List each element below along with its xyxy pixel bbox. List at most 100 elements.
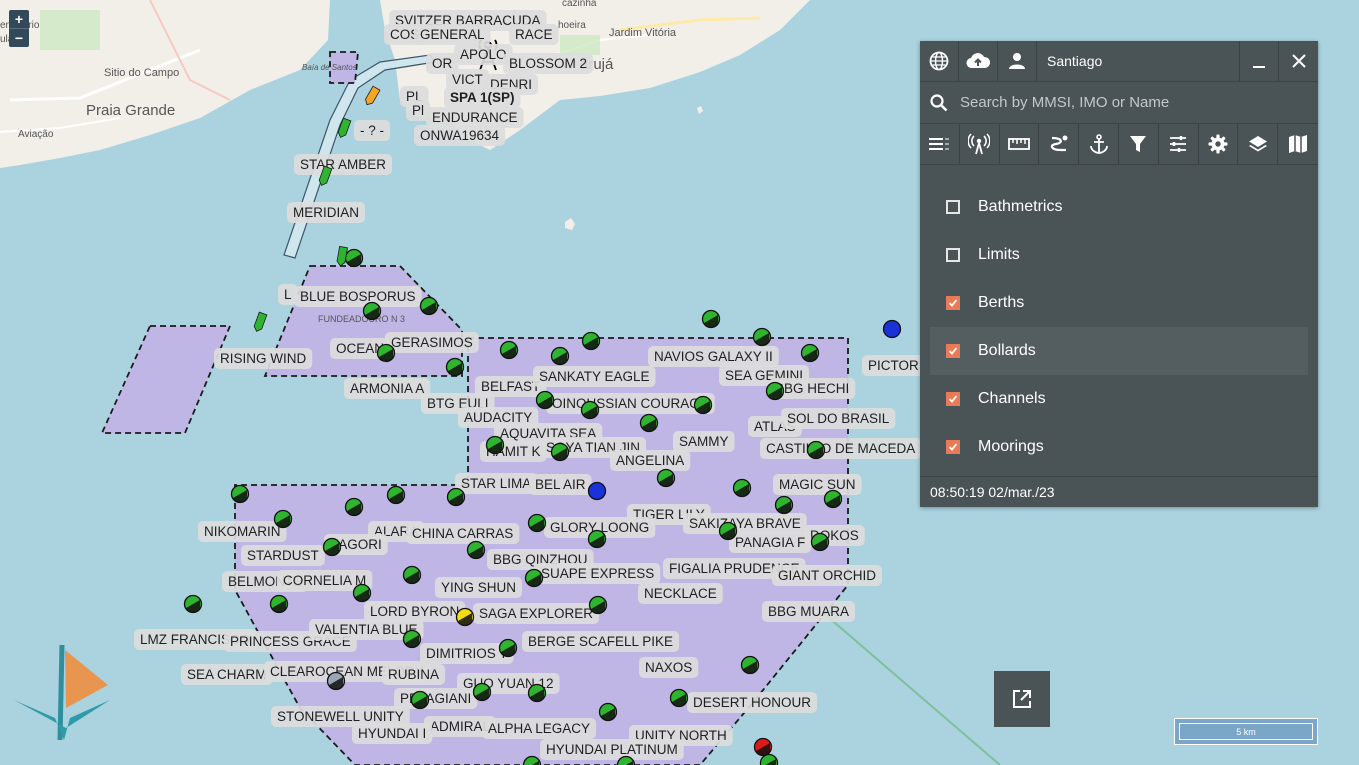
layer-checkbox[interactable] (946, 344, 960, 358)
vessel-label[interactable]: BLUE BOSPORUS (294, 286, 422, 307)
route-button[interactable] (1039, 124, 1080, 164)
vessel-marker[interactable] (524, 568, 544, 588)
vessel-label[interactable]: MERIDIAN (287, 202, 366, 223)
vessel-label[interactable]: ONWA19634 (414, 125, 506, 146)
vessel-marker[interactable] (535, 390, 555, 410)
vessel-label[interactable]: GERASIMOS (385, 332, 479, 353)
vessel-label[interactable]: SPA 1(SP) (444, 87, 521, 108)
vessel-marker[interactable] (740, 655, 760, 675)
vessel-marker[interactable] (753, 737, 773, 757)
vessel-label[interactable]: NAXOS (639, 657, 699, 678)
vessel-label[interactable]: PELAGIANI (394, 688, 478, 709)
close-button[interactable] (1279, 41, 1318, 81)
vessel-marker[interactable] (445, 357, 465, 377)
vessel-marker[interactable] (402, 565, 422, 585)
layer-checkbox[interactable] (946, 296, 960, 310)
vessel-marker[interactable] (485, 435, 505, 455)
tune-button[interactable] (1159, 124, 1199, 164)
vessel-marker[interactable] (752, 327, 772, 347)
vessel-marker[interactable] (732, 478, 752, 498)
vessel-label[interactable]: NECKLACE (638, 583, 723, 604)
vessel-label[interactable]: BBG MUARA (762, 601, 856, 622)
map-style-button[interactable] (1278, 124, 1318, 164)
vessel-label[interactable]: ARMONIA A (344, 378, 431, 399)
vessel-marker[interactable] (376, 343, 396, 363)
vessel-label[interactable]: HYUNDAI I (352, 723, 433, 744)
vessel-marker[interactable] (455, 607, 475, 627)
vessel-label[interactable]: HYUNDAI PLATINUM (540, 739, 684, 760)
vessel-marker[interactable] (718, 521, 738, 541)
vessel-marker[interactable] (639, 413, 659, 433)
vessel-label[interactable]: SAGA EXPLORER (473, 603, 600, 624)
vessel-label[interactable]: MAGIC SUN (773, 474, 862, 495)
settings-button[interactable] (1199, 124, 1239, 164)
vessel-label[interactable]: SANKATY EAGLE (533, 366, 656, 387)
vessel-label[interactable]: ALPHA LEGACY (482, 718, 597, 739)
layer-checkbox[interactable] (946, 200, 960, 214)
vessel-marker[interactable] (446, 487, 466, 507)
vessel-marker[interactable] (882, 319, 902, 339)
vessel-label[interactable]: CHINA CARRAS (406, 523, 520, 544)
vessel-label[interactable]: GENERAL (414, 24, 491, 45)
vessel-label[interactable]: OINOUSSIAN COURAGE (546, 393, 715, 414)
vessel-label[interactable]: BLOSSOM 2 (503, 53, 594, 74)
layer-item-moorings[interactable]: Moorings (920, 423, 1318, 471)
vessel-label[interactable]: - ? - (354, 120, 391, 141)
vessel-marker[interactable] (800, 343, 820, 363)
vessel-marker[interactable] (701, 309, 721, 329)
vessel-label[interactable]: RACE (509, 24, 559, 45)
vessel-label[interactable]: STAR AMBER (294, 154, 393, 175)
globe-button[interactable] (920, 41, 959, 81)
vessel-marker[interactable] (774, 495, 794, 515)
vessel-marker[interactable] (326, 671, 346, 691)
vessel-marker[interactable] (693, 395, 713, 415)
vessel-marker[interactable] (581, 331, 601, 351)
vessel-marker[interactable] (527, 513, 547, 533)
vessel-marker[interactable] (550, 346, 570, 366)
vessel-label[interactable]: YING SHUN (435, 577, 523, 598)
zoom-in-button[interactable]: + (9, 10, 29, 28)
vessel-marker[interactable] (669, 688, 689, 708)
vessel-label[interactable]: GIANT ORCHID (772, 565, 883, 586)
vessel-label[interactable]: STARDUST (241, 545, 325, 566)
vessel-marker[interactable] (550, 442, 570, 462)
vessel-marker[interactable] (273, 509, 293, 529)
vessel-label[interactable]: LORD BYRON (364, 601, 466, 622)
zoom-out-button[interactable]: − (9, 28, 29, 47)
vessel-marker[interactable] (759, 753, 779, 765)
vessel-marker[interactable] (806, 440, 826, 460)
vessel-marker[interactable] (269, 594, 289, 614)
layer-item-bollards[interactable]: Bollards (930, 327, 1308, 375)
vessel-marker[interactable] (598, 702, 618, 722)
vessel-marker[interactable] (386, 485, 406, 505)
filter-button[interactable] (1119, 124, 1159, 164)
minimize-button[interactable] (1240, 41, 1279, 81)
vessel-marker[interactable] (472, 682, 492, 702)
vessel-label[interactable]: PANAGIA F (729, 532, 812, 553)
vessel-marker[interactable] (466, 540, 486, 560)
vessel-marker[interactable] (352, 583, 372, 603)
layer-checkbox[interactable] (946, 392, 960, 406)
vessel-label[interactable]: SAKIZAYA BRAVE (683, 513, 807, 534)
vessel-label[interactable]: BERGE SCAFELL PIKE (522, 631, 680, 652)
vessel-marker[interactable] (765, 381, 785, 401)
layer-checkbox[interactable] (946, 440, 960, 454)
vessel-label[interactable]: NIKOMARIN (198, 521, 287, 542)
vessel-marker[interactable] (823, 489, 843, 509)
vessel-label[interactable]: SEA CHARM (181, 664, 273, 685)
vessel-marker[interactable] (498, 638, 518, 658)
vessel-label[interactable]: CASTILLO DE MACEDA (760, 438, 922, 459)
vessel-label[interactable]: ENDURANCE (426, 107, 524, 128)
vessel-marker[interactable] (499, 340, 519, 360)
cloud-upload-button[interactable] (959, 41, 998, 81)
vessel-label[interactable]: VICT (446, 69, 489, 90)
vessel-label[interactable]: SAMMY (673, 431, 735, 452)
vessel-marker[interactable] (410, 690, 430, 710)
vessel-marker[interactable] (527, 683, 547, 703)
vessel-label[interactable]: NAVIOS GALAXY II (648, 346, 779, 367)
layer-item-bathmetrics[interactable]: Bathmetrics (920, 183, 1318, 231)
vessel-label[interactable]: RISING WIND (214, 348, 313, 369)
vessel-label[interactable]: SUAPE EXPRESS (535, 563, 661, 584)
vessel-marker[interactable] (402, 629, 422, 649)
anchor-button[interactable] (1079, 124, 1119, 164)
